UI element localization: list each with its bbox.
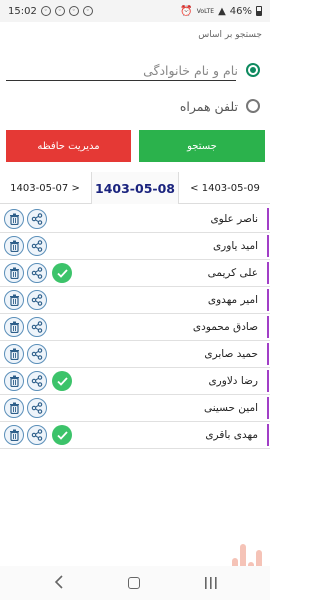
- contact-name: علی کریمی: [207, 267, 258, 279]
- notification-icon: ◦: [40, 6, 51, 16]
- option-phone[interactable]: تلفن همراه: [6, 92, 260, 120]
- list-item[interactable]: امید یاوری: [0, 233, 270, 260]
- share-icon[interactable]: [27, 344, 47, 364]
- share-icon[interactable]: [27, 317, 47, 337]
- next-date-button[interactable]: < 1403-05-09: [184, 172, 266, 204]
- delete-icon[interactable]: [4, 398, 24, 418]
- contact-name: حمید صابری: [204, 348, 258, 360]
- notification-icon: ◦: [54, 6, 65, 16]
- current-date: 1403-05-08: [91, 172, 179, 204]
- alarm-icon: ⏰: [180, 5, 193, 17]
- status-bar: 15:02 ◦ ◦ ◦ ◦ ⏰ VoLTE ▲ 46%: [0, 0, 270, 22]
- list-item[interactable]: مهدی باقری: [0, 422, 270, 449]
- delete-icon[interactable]: [4, 317, 24, 337]
- share-icon[interactable]: [27, 263, 47, 283]
- share-icon[interactable]: [27, 371, 47, 391]
- list-item[interactable]: امین حسینی: [0, 395, 270, 422]
- row-marker: [267, 208, 269, 230]
- option-phone-label: تلفن همراه: [179, 98, 238, 114]
- radio-unselected-icon[interactable]: [246, 99, 260, 113]
- contact-name: امین حسینی: [204, 402, 258, 414]
- row-marker: [267, 370, 269, 392]
- check-icon: [52, 263, 72, 283]
- status-time: 15:02: [8, 5, 37, 17]
- list-item[interactable]: علی کریمی: [0, 260, 270, 287]
- back-icon[interactable]: [54, 575, 64, 589]
- contact-name: مهدی باقری: [205, 429, 258, 441]
- name-input-underline: [6, 80, 236, 81]
- list-item[interactable]: رضا دلاوری: [0, 368, 270, 395]
- status-right: ⏰ VoLTE ▲ 46%: [180, 6, 262, 17]
- home-icon[interactable]: [128, 577, 140, 589]
- previous-date-button[interactable]: 1403-05-07 >: [4, 172, 86, 204]
- recent-apps-icon[interactable]: [204, 577, 218, 589]
- share-icon[interactable]: [27, 209, 47, 229]
- row-marker: [267, 343, 269, 365]
- contact-list: ناصر علوی امید یاوری علی کریمی امیر مهدوی صا…: [0, 206, 270, 449]
- notification-icon: ◦: [82, 6, 93, 16]
- row-marker: [267, 235, 269, 257]
- memory-management-button[interactable]: مدیریت حافظه: [6, 130, 131, 162]
- network-label: VoLTE: [196, 7, 215, 15]
- list-item[interactable]: حمید صابری: [0, 341, 270, 368]
- radio-selected-icon[interactable]: [246, 63, 260, 77]
- contact-name: ناصر علوی: [210, 213, 258, 225]
- system-nav-bar: [0, 566, 270, 600]
- share-icon[interactable]: [27, 398, 47, 418]
- row-marker: [267, 397, 269, 419]
- check-icon: [52, 371, 72, 391]
- share-icon[interactable]: [27, 425, 47, 445]
- row-marker: [267, 316, 269, 338]
- delete-icon[interactable]: [4, 263, 24, 283]
- delete-icon[interactable]: [4, 371, 24, 391]
- list-item[interactable]: ناصر علوی: [0, 206, 270, 233]
- search-by-label: جستجو بر اساس: [198, 30, 262, 40]
- delete-icon[interactable]: [4, 236, 24, 256]
- contact-name: صادق محمودی: [192, 321, 258, 333]
- row-marker: [267, 289, 269, 311]
- row-marker: [267, 424, 269, 446]
- check-icon: [52, 425, 72, 445]
- battery-percent: 46%: [229, 5, 252, 17]
- delete-icon[interactable]: [4, 344, 24, 364]
- delete-icon[interactable]: [4, 425, 24, 445]
- row-marker: [267, 262, 269, 284]
- list-item[interactable]: امیر مهدوی: [0, 287, 270, 314]
- battery-icon: [256, 6, 262, 16]
- option-name-label: نام و نام خانوادگی: [143, 62, 238, 78]
- notification-icon: ◦: [68, 6, 79, 16]
- date-navigator: 1403-05-07 > 1403-05-08 < 1403-05-09: [0, 172, 270, 204]
- contact-name: رضا دلاوری: [208, 375, 258, 387]
- share-icon[interactable]: [27, 290, 47, 310]
- delete-icon[interactable]: [4, 209, 24, 229]
- delete-icon[interactable]: [4, 290, 24, 310]
- list-item[interactable]: صادق محمودی: [0, 314, 270, 341]
- status-left: 15:02 ◦ ◦ ◦ ◦: [8, 6, 93, 17]
- share-icon[interactable]: [27, 236, 47, 256]
- signal-icon: ▲: [218, 5, 226, 17]
- contact-name: امید یاوری: [212, 240, 258, 252]
- contact-name: امیر مهدوی: [207, 294, 258, 306]
- search-button[interactable]: جستجو: [139, 130, 265, 162]
